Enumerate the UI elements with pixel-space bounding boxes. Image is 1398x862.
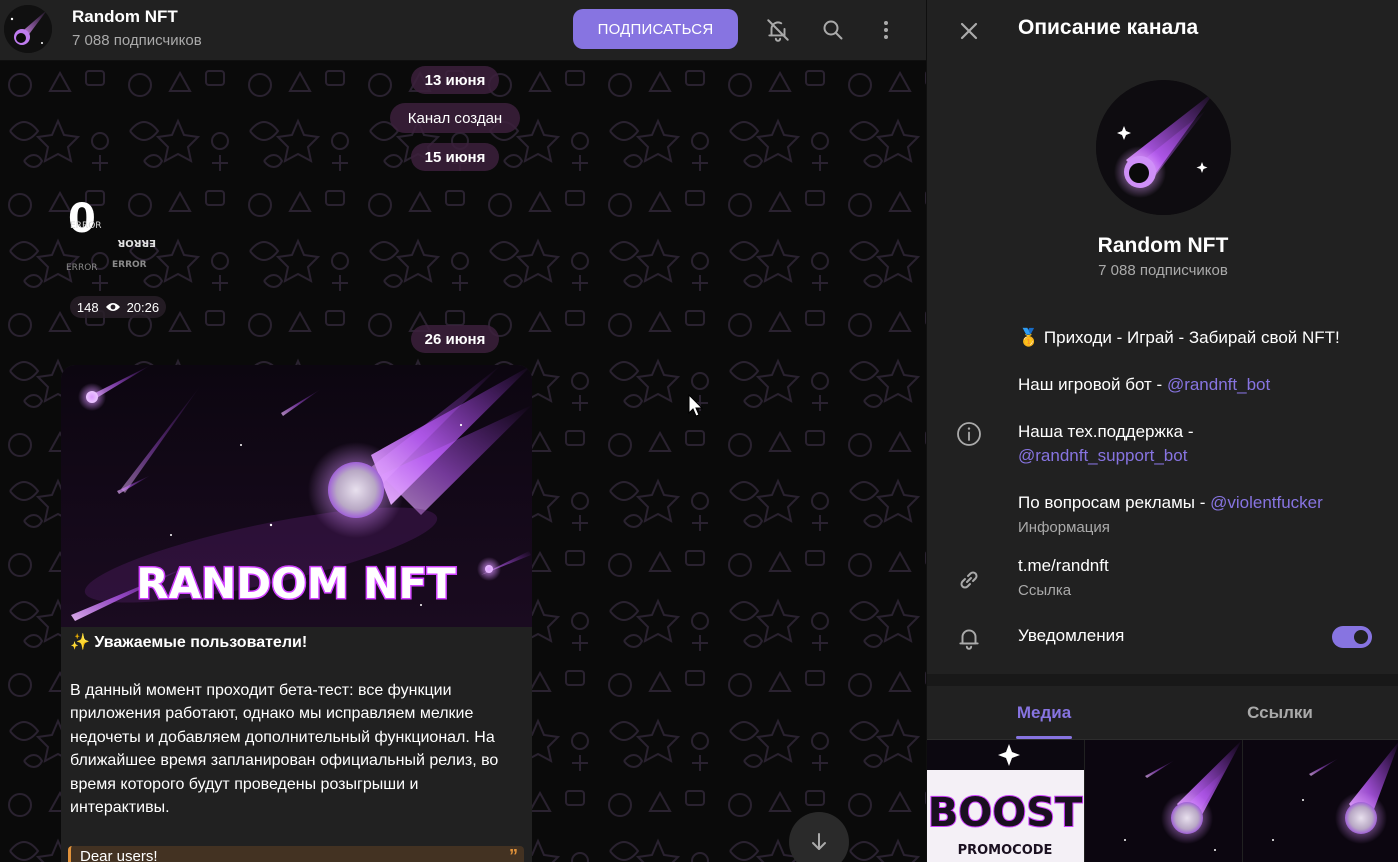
link-label: Ссылка — [1018, 582, 1072, 599]
channel-info-panel: Описание канала Random NFT 7 088 подписч… — [926, 0, 1398, 862]
link-icon — [955, 566, 983, 594]
description-line: 🥇 Приходи - Играй - Забирай свой NFT! — [1018, 328, 1340, 347]
post-image-title: RANDOM NFT — [136, 559, 456, 608]
sticker-digit: 0 — [68, 196, 96, 242]
date-separator: 26 июня — [411, 325, 499, 353]
quote-icon: ” — [509, 846, 518, 862]
channel-subscribers: 7 088 подписчиков — [1098, 262, 1228, 279]
subscriber-count: 7 088 подписчиков — [72, 32, 202, 49]
support-bot-link[interactable]: @randnft_support_bot — [1018, 446, 1187, 465]
subscribe-button[interactable]: ПОДПИСАТЬСЯ — [573, 9, 738, 49]
post-text: ✨ Уважаемые пользователи! В данный момен… — [70, 631, 520, 820]
arrow-down-icon — [812, 833, 826, 850]
bell-off-icon[interactable] — [762, 14, 794, 46]
channel-avatar-large[interactable] — [1096, 80, 1231, 215]
post-quote[interactable]: Dear users! ” — [68, 846, 524, 862]
message-time: 20:26 — [126, 299, 160, 315]
description-text: Наш игровой бот - — [1018, 375, 1167, 394]
description-text: По вопросам рекламы - — [1018, 493, 1211, 512]
quote-text: Dear users! — [80, 848, 158, 862]
message-meta: 148 20:26 — [70, 296, 166, 318]
eye-icon — [105, 303, 120, 311]
media-thumbnail[interactable]: BOOST PROMOCODE — [927, 740, 1084, 862]
channel-avatar[interactable] — [4, 5, 52, 53]
channel-name: Random NFT — [1097, 234, 1229, 257]
notifications-toggle[interactable] — [1332, 626, 1372, 648]
description-text: Наша тех.поддержка - — [1018, 422, 1194, 441]
panel-title: Описание канала — [1018, 16, 1199, 39]
view-count: 148 — [76, 299, 99, 315]
post-lead: ✨ Уважаемые пользователи! — [70, 634, 308, 651]
sticker-word: ERROR — [112, 260, 147, 270]
description-line: По вопросам рекламы - @violentfucker — [1018, 491, 1378, 515]
notifications-label: Уведомления — [1018, 626, 1125, 645]
mouse-cursor-icon — [688, 394, 704, 417]
description-label: Информация — [1018, 519, 1110, 536]
description-line: Наш игровой бот - @randnft_bot — [1018, 373, 1378, 397]
ads-contact-link[interactable]: @violentfucker — [1210, 493, 1323, 512]
media-promo-caption: PROMOCODE — [958, 843, 1053, 858]
channel-post[interactable]: RANDOM NFT ✨ Уважаемые пользователи! В д… — [61, 365, 532, 862]
bell-icon — [955, 624, 983, 652]
tab-media[interactable]: Медиа — [969, 686, 1119, 740]
media-thumbnail[interactable] — [1085, 740, 1242, 862]
date-separator: 13 июня — [411, 66, 499, 94]
search-icon[interactable] — [817, 14, 849, 46]
tab-links[interactable]: Ссылки — [1205, 686, 1355, 740]
service-message: Канал создан — [390, 103, 520, 133]
section-divider — [927, 674, 1398, 686]
post-image[interactable]: RANDOM NFT — [61, 365, 532, 627]
bot-link[interactable]: @randnft_bot — [1167, 375, 1270, 394]
error-sticker[interactable]: 0 ERROR ERROR ERROR ERROR — [62, 196, 172, 286]
chat-area: Random NFT 7 088 подписчиков ПОДПИСАТЬСЯ… — [0, 0, 926, 862]
media-promo-title: BOOST — [928, 790, 1083, 836]
more-vertical-icon[interactable] — [870, 14, 902, 46]
channel-title[interactable]: Random NFT — [72, 7, 178, 27]
description-line: Наша тех.поддержка - @randnft_support_bo… — [1018, 420, 1378, 467]
sticker-word: ERROR — [66, 263, 98, 273]
media-thumbnail[interactable] — [1243, 740, 1398, 862]
chat-header: Random NFT 7 088 подписчиков ПОДПИСАТЬСЯ — [0, 0, 926, 61]
sticker-word: ERROR — [117, 237, 156, 248]
post-body: В данный момент проходит бета-тест: все … — [70, 681, 499, 817]
channel-link[interactable]: t.me/randnft — [1018, 554, 1378, 578]
sticker-word: ERROR — [70, 221, 102, 231]
close-icon[interactable] — [951, 13, 987, 49]
date-separator: 15 июня — [411, 143, 499, 171]
info-icon — [955, 420, 983, 448]
